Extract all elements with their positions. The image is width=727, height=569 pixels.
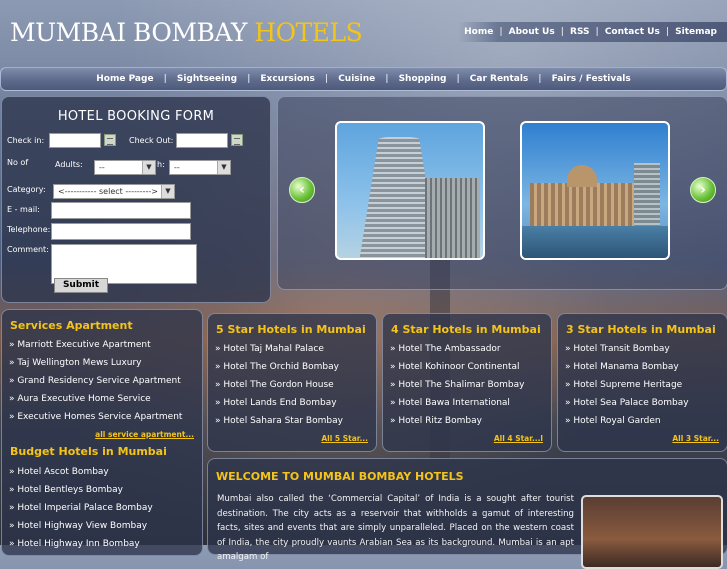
gallery-photo-taj-hotel[interactable]: [520, 121, 670, 260]
gallery-photo-stock-exchange[interactable]: [335, 121, 485, 260]
five-star-title: 5 Star Hotels in Mumbai: [216, 323, 366, 336]
list-item[interactable]: » Hotel The Shalimar Bombay: [390, 376, 524, 394]
list-item[interactable]: » Hotel Imperial Palace Bombay: [9, 499, 153, 517]
category-select[interactable]: <----------- select ---------> ▼: [53, 184, 175, 199]
welcome-text: Mumbai also called the ‘Commercial Capit…: [217, 494, 574, 563]
category-select-value: <----------- select --------->: [58, 187, 158, 196]
list-item[interactable]: » Marriott Executive Apartment: [9, 336, 182, 354]
welcome-photo: [581, 495, 723, 569]
chevron-down-icon: ▼: [161, 185, 174, 198]
nav-home-page[interactable]: Home Page: [86, 74, 163, 84]
left-arrow-icon[interactable]: ‹: [289, 177, 315, 203]
calendar-icon[interactable]: [231, 134, 243, 146]
list-item[interactable]: » Hotel Highway Inn Bombay: [9, 535, 153, 553]
list-item[interactable]: » Hotel The Ambassador: [390, 340, 524, 358]
list-item[interactable]: » Hotel Sea Palace Bombay: [565, 394, 689, 412]
top-link-about[interactable]: About Us: [503, 27, 561, 37]
submit-button[interactable]: Submit: [54, 278, 108, 293]
budget-title: Budget Hotels in Mumbai: [10, 445, 167, 458]
list-item[interactable]: » Hotel Royal Garden: [565, 412, 689, 430]
comment-label: Comment:: [7, 245, 49, 254]
services-title: Services Apartment: [10, 319, 133, 332]
all-three-star-link[interactable]: All 3 Star...: [672, 434, 719, 443]
booking-form: HOTEL BOOKING FORM Check in: Check Out: …: [1, 96, 271, 303]
email-field[interactable]: [51, 202, 191, 219]
nav-car-rentals[interactable]: Car Rentals: [460, 74, 539, 84]
list-item[interactable]: » Hotel Manama Bombay: [565, 358, 689, 376]
list-item[interactable]: » Hotel Kohinoor Continental: [390, 358, 524, 376]
header: MUMBAI BOMBAY HOTELS Home | About Us | RSS…: [0, 0, 727, 66]
welcome-title: WELCOME TO MUMBAI BOMBAY HOTELS: [216, 470, 464, 483]
five-star-list: » Hotel Taj Mahal Palace » Hotel The Orc…: [215, 340, 343, 430]
telephone-field[interactable]: [51, 223, 191, 240]
all-five-star-link[interactable]: All 5 Star...: [321, 434, 368, 443]
five-star-box: 5 Star Hotels in Mumbai » Hotel Taj Maha…: [207, 313, 377, 452]
list-item[interactable]: » Hotel Ascot Bombay: [9, 463, 153, 481]
nav-sightseeing[interactable]: Sightseeing: [167, 74, 247, 84]
list-item[interactable]: » Hotel The Orchid Bombay: [215, 358, 343, 376]
three-star-list: » Hotel Transit Bombay » Hotel Manama Bo…: [565, 340, 689, 430]
nav-cuisine[interactable]: Cuisine: [328, 74, 385, 84]
list-item[interactable]: » Hotel Sahara Star Bombay: [215, 412, 343, 430]
no-of-label: No of: [7, 158, 29, 167]
children-select-value: --: [174, 163, 180, 172]
children-label: h:: [157, 160, 165, 169]
all-four-star-link[interactable]: All 4 Star...l: [494, 434, 543, 443]
list-item[interactable]: » Hotel Bawa International: [390, 394, 524, 412]
check-out-label: Check Out:: [129, 136, 174, 145]
sidebar: Services Apartment » Marriott Executive …: [1, 309, 203, 556]
services-list: » Marriott Executive Apartment » Taj Wel…: [9, 336, 182, 426]
chevron-down-icon: ▼: [217, 161, 230, 174]
four-star-box: 4 Star Hotels in Mumbai » Hotel The Amba…: [382, 313, 552, 452]
top-link-rss[interactable]: RSS: [564, 27, 596, 37]
right-arrow-icon[interactable]: ›: [690, 177, 716, 203]
list-item[interactable]: » Hotel Transit Bombay: [565, 340, 689, 358]
budget-list: » Hotel Ascot Bombay » Hotel Bentleys Bo…: [9, 463, 153, 553]
top-link-home[interactable]: Home: [458, 27, 499, 37]
list-item[interactable]: » Taj Wellington Mews Luxury: [9, 354, 182, 372]
list-item[interactable]: » Hotel Ritz Bombay: [390, 412, 524, 430]
nav-excursions[interactable]: Excursions: [250, 74, 325, 84]
adults-select[interactable]: -- ▼: [94, 160, 156, 175]
list-item[interactable]: » Hotel Lands End Bombay: [215, 394, 343, 412]
nav-shopping[interactable]: Shopping: [389, 74, 457, 84]
top-link-contact[interactable]: Contact Us: [599, 27, 666, 37]
top-link-sitemap[interactable]: Sitemap: [669, 27, 723, 37]
check-out-input[interactable]: [176, 133, 228, 148]
check-in-label: Check in:: [7, 136, 45, 145]
list-item[interactable]: » Hotel Bentleys Bombay: [9, 481, 153, 499]
list-item[interactable]: » Executive Homes Service Apartment: [9, 408, 182, 426]
main-nav: Home Page | Sightseeing | Excursions | Cuis…: [0, 67, 727, 91]
logo-main-text: MUMBAI BOMBAY: [10, 18, 247, 47]
check-in-input[interactable]: [49, 133, 101, 148]
welcome-section: WELCOME TO MUMBAI BOMBAY HOTELS Mumbai a…: [207, 458, 727, 569]
all-services-link[interactable]: all service apartment...: [95, 430, 194, 439]
list-item[interactable]: » Hotel The Gordon House: [215, 376, 343, 394]
three-star-title: 3 Star Hotels in Mumbai: [566, 323, 716, 336]
logo-accent-text: HOTELS: [254, 18, 363, 47]
list-item[interactable]: » Hotel Highway View Bombay: [9, 517, 153, 535]
email-label: E - mail:: [7, 205, 40, 214]
three-star-box: 3 Star Hotels in Mumbai » Hotel Transit …: [557, 313, 727, 452]
adults-select-value: --: [99, 163, 105, 172]
list-item[interactable]: » Grand Residency Service Apartment: [9, 372, 182, 390]
list-item[interactable]: » Hotel Supreme Heritage: [565, 376, 689, 394]
telephone-label: Telephone:: [7, 225, 51, 234]
calendar-icon[interactable]: [104, 134, 116, 146]
four-star-title: 4 Star Hotels in Mumbai: [391, 323, 541, 336]
adults-label: Adults:: [55, 160, 83, 169]
children-select[interactable]: -- ▼: [169, 160, 231, 175]
category-label: Category:: [7, 185, 46, 194]
booking-form-title: HOTEL BOOKING FORM: [57, 109, 215, 124]
list-item[interactable]: » Hotel Taj Mahal Palace: [215, 340, 343, 358]
photo-gallery: ‹ ›: [277, 96, 727, 290]
nav-fairs-festivals[interactable]: Fairs / Festivals: [542, 74, 641, 84]
four-star-list: » Hotel The Ambassador » Hotel Kohinoor …: [390, 340, 524, 430]
site-logo[interactable]: MUMBAI BOMBAY HOTELS: [10, 18, 363, 47]
list-item[interactable]: » Aura Executive Home Service: [9, 390, 182, 408]
top-nav: Home | About Us | RSS | Contact Us | Sitemap: [458, 22, 727, 42]
chevron-down-icon: ▼: [142, 161, 155, 174]
